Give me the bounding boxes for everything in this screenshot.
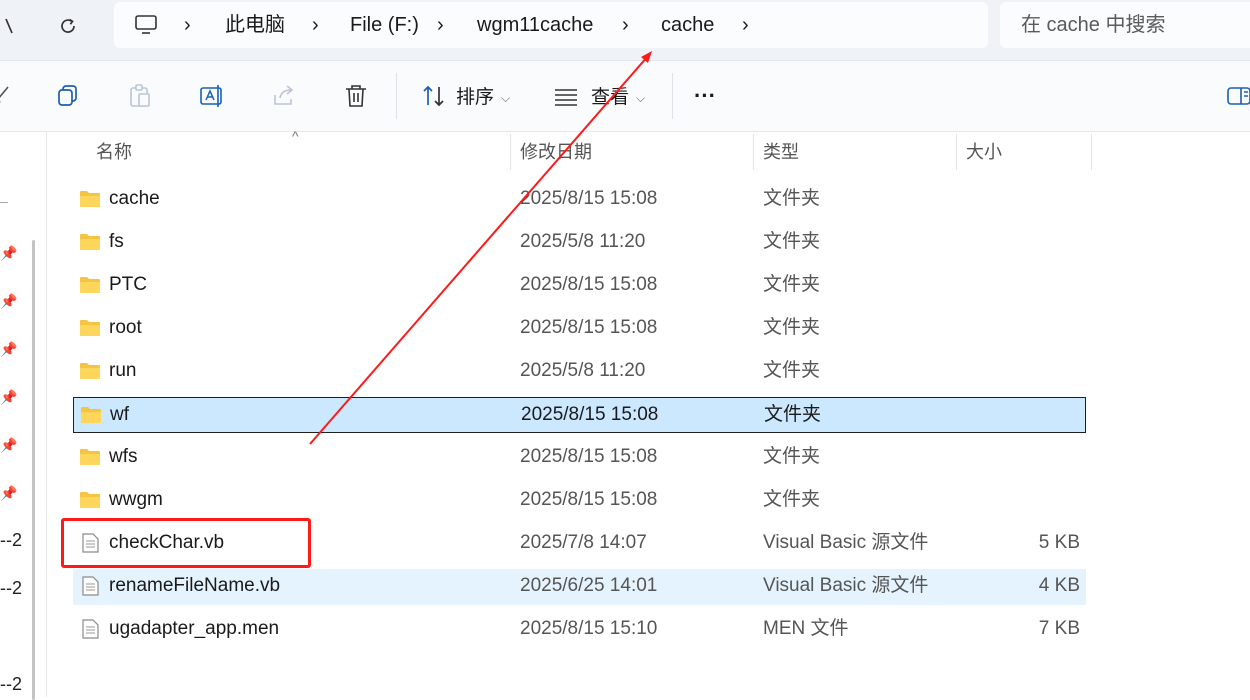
annotation-arrow — [309, 51, 652, 445]
